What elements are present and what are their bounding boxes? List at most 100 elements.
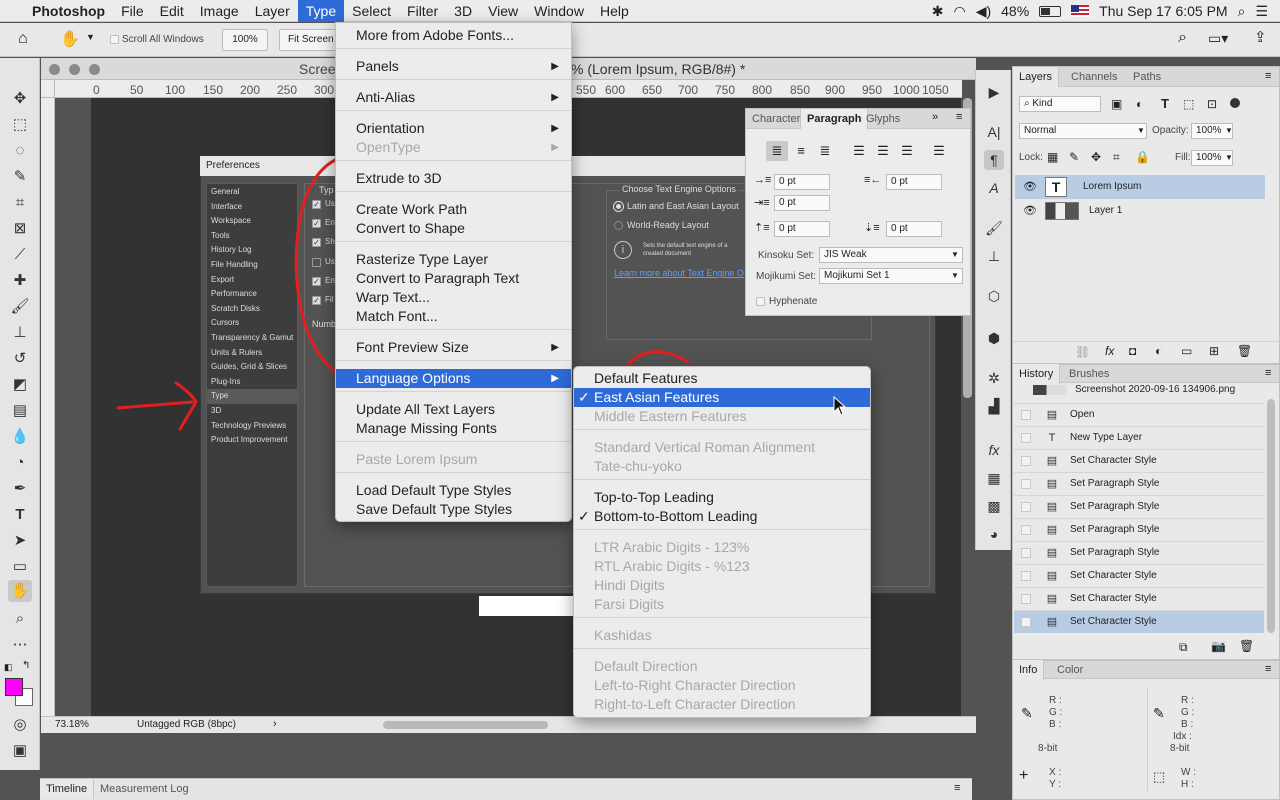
- menu-window[interactable]: Window: [526, 0, 592, 22]
- justify-last-center-icon[interactable]: ☰: [874, 141, 892, 161]
- panel-menu-icon[interactable]: ≡: [1265, 663, 1271, 675]
- path-selection-icon[interactable]: ➤: [8, 530, 32, 552]
- search-icon[interactable]: ⌕: [1178, 29, 1187, 47]
- language-menu-item[interactable]: ✓ East Asian Features: [574, 388, 870, 407]
- history-state[interactable]: ▤ Open: [1014, 403, 1264, 426]
- minimize-window-button[interactable]: [69, 64, 80, 75]
- align-right-icon[interactable]: ≣: [816, 141, 834, 161]
- space-before-field[interactable]: 0 pt: [774, 221, 830, 237]
- layer-row[interactable]: 👁 T Lorem Ipsum: [1015, 175, 1265, 199]
- type-menu-item[interactable]: Anti-Alias ▶: [336, 88, 571, 107]
- justify-last-right-icon[interactable]: ☰: [898, 141, 916, 161]
- language-menu-item[interactable]: ✓ Bottom-to-Bottom Leading: [574, 507, 870, 526]
- type-menu-item[interactable]: Language Options ▶: [336, 369, 571, 388]
- tab-timeline[interactable]: Timeline: [40, 779, 95, 799]
- brush-tool-icon[interactable]: 🖌: [8, 296, 32, 318]
- filter-toggle-icon[interactable]: [1230, 98, 1240, 108]
- menu-image[interactable]: Image: [192, 0, 247, 22]
- type-menu-item[interactable]: Rasterize Type Layer: [336, 250, 571, 269]
- hand-tool-icon[interactable]: ✋: [60, 29, 80, 49]
- history-brush-source-checkbox[interactable]: [1021, 502, 1031, 512]
- zoom-tool-icon[interactable]: ⌕: [8, 608, 32, 630]
- quick-mask-icon[interactable]: ◎: [8, 714, 32, 736]
- gradient-tool-icon[interactable]: ▤: [8, 400, 32, 422]
- close-window-button[interactable]: [49, 64, 60, 75]
- kinsoku-select[interactable]: JIS Weak: [819, 247, 963, 263]
- history-state[interactable]: T New Type Layer: [1014, 426, 1264, 449]
- brush-settings-icon[interactable]: 🖌: [984, 218, 1004, 238]
- healing-brush-icon[interactable]: ✚: [8, 270, 32, 292]
- zoom-level[interactable]: 73.18%: [55, 719, 89, 730]
- link-layers-icon[interactable]: ⛓: [1075, 345, 1090, 359]
- foreground-color-swatch[interactable]: [5, 678, 23, 696]
- history-brush-source-checkbox[interactable]: [1021, 617, 1031, 627]
- screen-mode-icon[interactable]: ▣: [8, 740, 32, 762]
- lock-artboard-icon[interactable]: ⌗: [1113, 150, 1120, 165]
- home-icon[interactable]: ⌂: [18, 30, 28, 48]
- swap-colors-icon[interactable]: ↰: [22, 660, 30, 671]
- type-menu-item[interactable]: Match Font...: [336, 307, 571, 326]
- swatches-icon[interactable]: ▦: [984, 468, 1004, 488]
- edit-toolbar-icon[interactable]: ⋯: [8, 634, 32, 656]
- menu-view[interactable]: View: [480, 0, 526, 22]
- new-layer-icon[interactable]: ⊞: [1209, 344, 1219, 358]
- language-menu-item[interactable]: Default Features: [574, 369, 870, 388]
- history-state[interactable]: ▤ Set Paragraph Style: [1014, 518, 1264, 541]
- blur-tool-icon[interactable]: 💧: [8, 426, 32, 448]
- 3d-icon[interactable]: ⬡: [984, 286, 1004, 306]
- tab-paragraph[interactable]: Paragraph: [800, 109, 869, 129]
- adjustment-layer-icon[interactable]: ◐: [1155, 344, 1162, 358]
- chevron-down-icon[interactable]: ▼: [86, 32, 95, 42]
- hyphenate-checkbox[interactable]: [756, 297, 765, 306]
- zoom-window-button[interactable]: [89, 64, 100, 75]
- panel-menu-icon[interactable]: ≡: [1265, 70, 1271, 82]
- notification-center-icon[interactable]: ☰: [1255, 3, 1268, 20]
- input-source-flag-icon[interactable]: [1071, 5, 1090, 17]
- delete-layer-icon[interactable]: 🗑: [1237, 344, 1252, 358]
- tab-brushes[interactable]: Brushes: [1063, 364, 1115, 384]
- menu-help[interactable]: Help: [592, 0, 637, 22]
- history-state[interactable]: ▤ Set Paragraph Style: [1014, 541, 1264, 564]
- history-brush-source-checkbox[interactable]: [1021, 594, 1031, 604]
- indent-left-field[interactable]: 0 pt: [774, 174, 830, 190]
- tab-layers[interactable]: Layers: [1013, 67, 1060, 87]
- type-menu-item[interactable]: Warp Text...: [336, 288, 571, 307]
- justify-last-left-icon[interactable]: ☰: [850, 141, 868, 161]
- language-menu-item[interactable]: Top-to-Top Leading: [574, 488, 870, 507]
- collapse-panel-icon[interactable]: »: [932, 111, 938, 123]
- patterns-icon[interactable]: ▩: [984, 496, 1004, 516]
- snapshot-camera-icon[interactable]: 📷: [1211, 639, 1226, 653]
- tab-measurement-log[interactable]: Measurement Log: [94, 779, 195, 799]
- wifi-icon[interactable]: ◠: [953, 3, 965, 20]
- tab-color[interactable]: Color: [1051, 660, 1089, 680]
- type-menu-item[interactable]: Convert to Paragraph Text: [336, 269, 571, 288]
- chevron-down-icon[interactable]: ▼: [1225, 126, 1233, 135]
- new-document-from-state-icon[interactable]: ⧉: [1179, 640, 1188, 655]
- frame-tool-icon[interactable]: ⊠: [8, 218, 32, 240]
- hand-tool-icon[interactable]: ✋: [8, 580, 32, 602]
- type-menu-item[interactable]: Convert to Shape: [336, 219, 571, 238]
- history-state[interactable]: ▤ Set Character Style: [1014, 449, 1264, 472]
- new-group-icon[interactable]: ▭: [1181, 344, 1192, 358]
- mojikumi-select[interactable]: Mojikumi Set 1: [819, 268, 963, 284]
- type-menu-item[interactable]: Create Work Path: [336, 200, 571, 219]
- dodge-tool-icon[interactable]: ◔: [8, 452, 32, 474]
- actions-icon[interactable]: ▶: [984, 82, 1004, 102]
- clone-source-icon[interactable]: ⊥: [984, 246, 1004, 266]
- type-menu-item[interactable]: Manage Missing Fonts: [336, 419, 571, 438]
- menu-3d[interactable]: 3D: [446, 0, 480, 22]
- menu-select[interactable]: Select: [344, 0, 399, 22]
- clock[interactable]: Thu Sep 17 6:05 PM: [1099, 3, 1227, 19]
- move-tool-icon[interactable]: ✥: [8, 88, 32, 110]
- menu-filter[interactable]: Filter: [399, 0, 446, 22]
- lights-icon[interactable]: ✲: [984, 368, 1004, 388]
- layer-filter-select[interactable]: ⌕ Kind: [1019, 96, 1101, 112]
- app-menu[interactable]: Photoshop: [24, 0, 113, 22]
- panel-menu-icon[interactable]: ≡: [954, 782, 960, 794]
- lock-position-icon[interactable]: ✥: [1091, 150, 1101, 164]
- menu-file[interactable]: File: [113, 0, 152, 22]
- tab-glyphs[interactable]: Glyphs: [860, 109, 906, 129]
- glyphs-icon[interactable]: A: [984, 178, 1004, 198]
- crop-tool-icon[interactable]: ⌗: [8, 192, 32, 214]
- scroll-all-windows-checkbox[interactable]: [110, 35, 119, 44]
